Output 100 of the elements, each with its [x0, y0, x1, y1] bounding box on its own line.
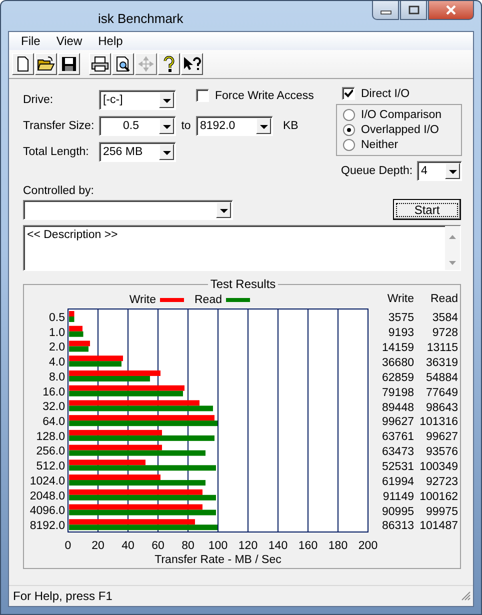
preview-button[interactable] — [112, 53, 134, 75]
tick-label: 180 — [328, 540, 348, 552]
direct-io-checkbox[interactable]: Direct I/O — [336, 85, 462, 102]
menu-item[interactable]: View — [48, 34, 90, 48]
table-cell-text: 99975 — [425, 506, 458, 518]
table-cell-text: 52531 — [381, 461, 414, 474]
axis-label: 128.0 — [36, 430, 65, 443]
open-folder-icon — [37, 56, 55, 72]
maximize-button[interactable] — [400, 1, 427, 20]
close-icon — [445, 5, 457, 15]
menu-item[interactable]: File — [13, 34, 48, 48]
controlled-by-label: Controlled by: — [22, 184, 95, 197]
force-write-access-checkbox[interactable]: Force Write Access — [196, 89, 314, 102]
print-button[interactable] — [89, 53, 111, 75]
table-cell-text: 98643 — [425, 402, 458, 414]
axis-label: 8.0 — [49, 371, 65, 384]
table-cell-text: 54884 — [425, 372, 458, 384]
table-cell-text: 99627 — [381, 416, 414, 428]
tick-label: 160 — [298, 540, 318, 552]
scroll-up-icon — [449, 235, 456, 239]
column-header: Read — [430, 293, 458, 305]
to-label: to — [180, 120, 192, 132]
question-mark-icon — [162, 56, 176, 72]
axis-label: 512.0 — [36, 460, 65, 473]
drive-label: Drive: — [23, 94, 54, 106]
table-cell-text: 93576 — [425, 446, 458, 458]
io-mode-radio[interactable]: I/O Comparison — [343, 109, 455, 121]
table-cell-text: 101316 — [418, 416, 458, 428]
axis-label: 32.0 — [42, 401, 65, 414]
tick-label: 60 — [152, 540, 164, 552]
table-cell-text: 90995 — [381, 506, 414, 518]
axis-label: 2048.0 — [30, 490, 65, 502]
tick-label: 0 — [64, 540, 72, 552]
table-cell-text: 101487 — [418, 520, 458, 532]
table-cell-text: 92723 — [425, 476, 458, 488]
maximize-icon — [408, 5, 420, 15]
tick-label: 20 — [92, 540, 104, 552]
axis-label: 2.0 — [49, 342, 65, 354]
tick-label: 200 — [358, 540, 378, 552]
close-button[interactable] — [428, 1, 474, 20]
tick-label: 120 — [238, 540, 258, 552]
total-length-label: Total Length: — [23, 146, 90, 158]
save-button[interactable] — [58, 53, 80, 75]
four-arrows-icon — [138, 56, 154, 72]
table-cell-text: 100162 — [418, 490, 458, 503]
table-cell-text: 91149 — [382, 490, 414, 503]
axis-label: 256.0 — [36, 446, 65, 458]
description-field[interactable]: << Description >> — [23, 225, 461, 271]
tick-label: 140 — [268, 540, 288, 552]
axis-label: 4.0 — [49, 356, 65, 369]
total-length-dropdown[interactable]: 256 MB — [99, 142, 176, 162]
blank-page-icon — [15, 56, 31, 72]
size-grip-icon — [461, 591, 471, 601]
window-title: isk Benchmark — [97, 10, 184, 26]
controlled-by-dropdown[interactable] — [23, 200, 233, 220]
axis-title: Transfer Rate - MB / Sec — [154, 554, 282, 566]
axis-label: 16.0 — [42, 386, 65, 398]
scroll-down-icon — [449, 261, 456, 265]
axis-label: 1.0 — [49, 326, 65, 339]
checkmark-icon — [344, 89, 353, 98]
transfer-size-label: Transfer Size: — [23, 120, 96, 132]
pointer-question-icon — [183, 56, 201, 72]
io-mode-radio[interactable]: Overlapped I/O — [343, 124, 455, 136]
transfer-size-from-dropdown[interactable]: 0.5 — [99, 116, 176, 136]
page-magnifier-icon — [115, 56, 131, 72]
queue-depth-label: Queue Depth: — [341, 165, 413, 177]
axis-label: 0.5 — [49, 312, 65, 324]
axis-label: 4096.0 — [30, 505, 65, 518]
transfer-size-to-dropdown[interactable]: 8192.0 — [196, 116, 273, 136]
legend-label: Read — [194, 294, 222, 306]
io-mode-radio[interactable]: Neither — [343, 139, 455, 151]
scrollbar[interactable] — [445, 226, 460, 270]
table-cell-text: 86313 — [381, 520, 414, 532]
drive-dropdown[interactable]: [-c-] — [99, 90, 176, 110]
table-cell-text: 100349 — [418, 461, 458, 474]
tick-label: 40 — [122, 540, 134, 552]
table-cell-text: 61994 — [381, 476, 414, 488]
axis-label: 1024.0 — [30, 475, 65, 488]
test-results-title: Test Results — [209, 277, 277, 291]
table-cell-text: 3584 — [431, 312, 458, 324]
minimize-button[interactable] — [372, 1, 399, 20]
queue-depth-dropdown[interactable]: 4 — [417, 161, 462, 181]
table-cell-text: 79198 — [381, 386, 414, 399]
open-button[interactable] — [35, 53, 57, 75]
new-button[interactable] — [12, 53, 34, 75]
table-cell-text: 77649 — [425, 386, 458, 399]
start-button[interactable]: Start — [393, 199, 461, 220]
help-button[interactable] — [158, 53, 180, 75]
tick-label: 100 — [208, 540, 228, 552]
table-cell-text: 36680 — [381, 357, 414, 369]
table-cell-text: 62859 — [381, 372, 414, 384]
table-cell-text: 63761 — [381, 431, 414, 444]
tick-label: 80 — [182, 540, 194, 552]
legend-label: Write — [129, 294, 156, 306]
axis-label: 64.0 — [42, 416, 65, 428]
table-cell-text: 9193 — [387, 327, 414, 340]
table-cell-text: 99627 — [425, 431, 458, 444]
printer-icon — [91, 56, 109, 72]
menu-item[interactable]: Help — [90, 34, 131, 48]
status-text: For Help, press F1 — [13, 589, 112, 603]
